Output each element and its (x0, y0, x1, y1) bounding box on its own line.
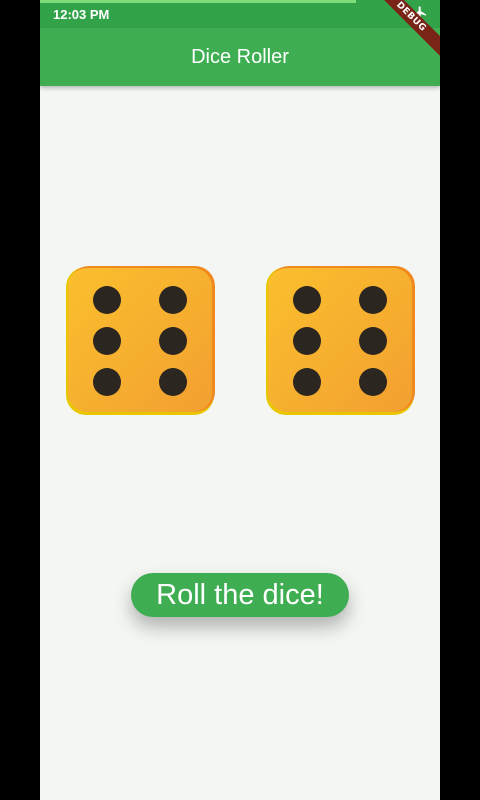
roll-dice-button[interactable]: Roll the dice! (131, 573, 349, 617)
dice-row (40, 265, 440, 418)
app-bar: Dice Roller (40, 28, 440, 86)
app-title: Dice Roller (191, 46, 289, 68)
status-time: 12:03 PM (53, 7, 110, 22)
die-left[interactable] (64, 265, 216, 417)
status-bar: 12:03 PM (40, 0, 440, 28)
status-progress-bar (40, 0, 356, 3)
die-right[interactable] (264, 265, 416, 417)
app-screen: 12:03 PM Dice Roller DEBUG Roll the dice… (40, 0, 440, 800)
